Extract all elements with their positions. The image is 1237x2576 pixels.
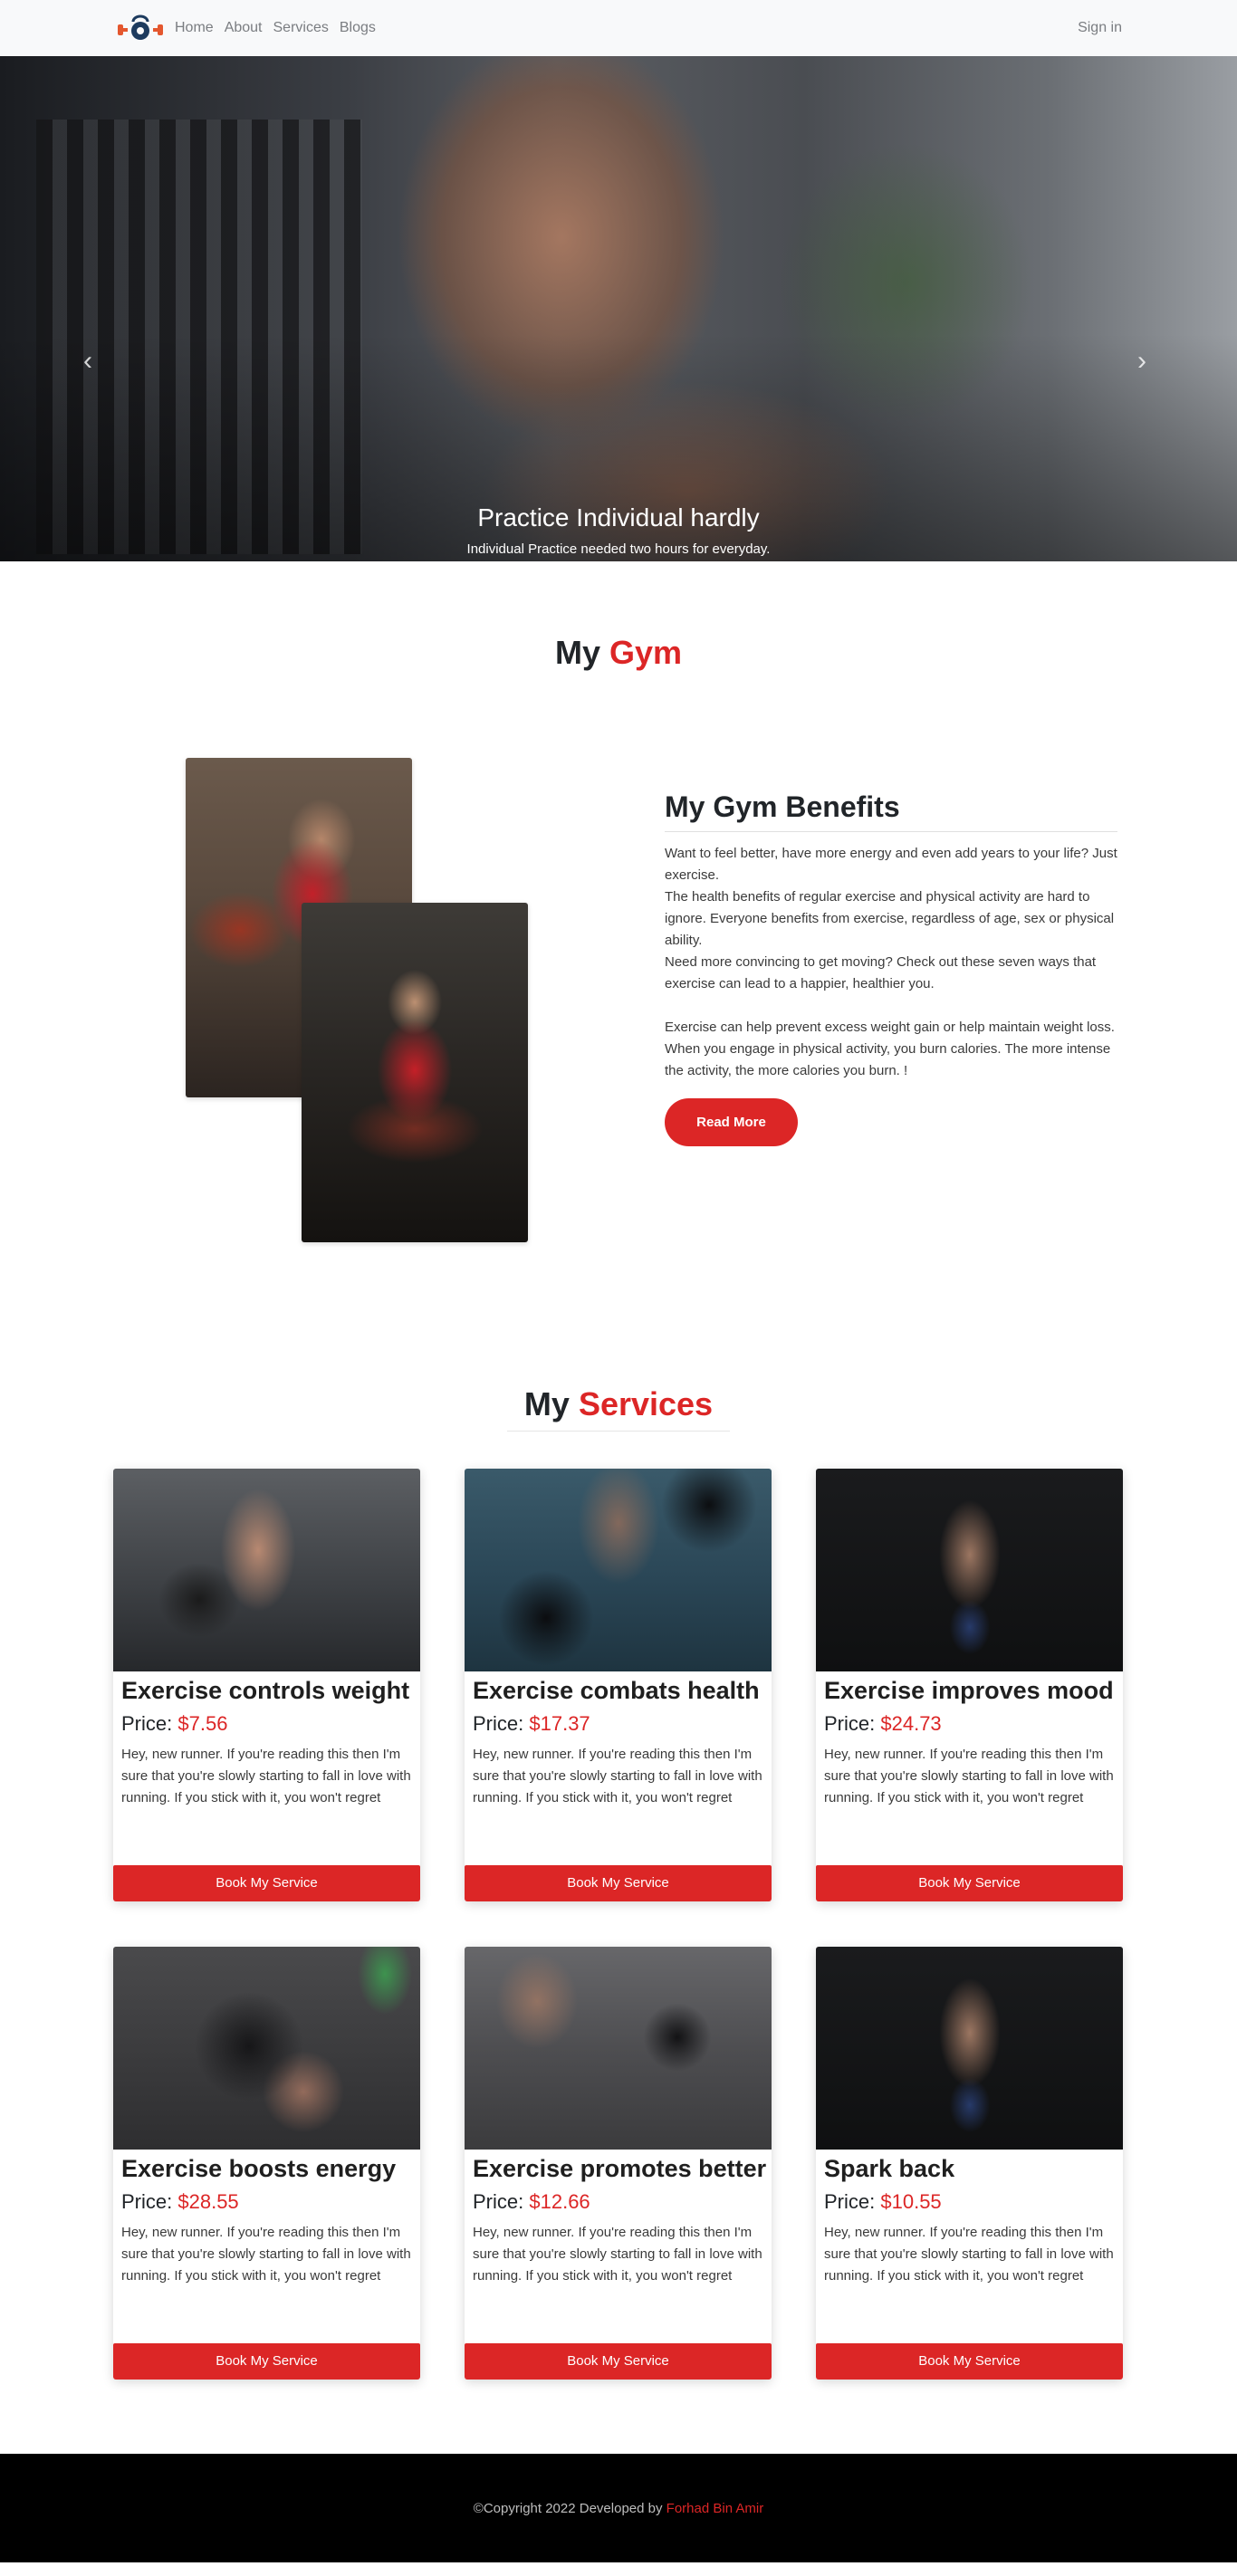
service-description: Hey, new runner. If you're reading this … <box>121 1747 411 1805</box>
service-card-body: Exercise controls weight Price: $7.56 He… <box>113 1671 420 1809</box>
book-service-button[interactable]: Book My Service <box>113 2343 420 2380</box>
service-description: Hey, new runner. If you're reading this … <box>473 2225 762 2284</box>
service-description: Hey, new runner. If you're reading this … <box>473 1747 762 1805</box>
service-card: Exercise controls weight Price: $7.56 He… <box>113 1469 420 1901</box>
benefits-paragraph: The health benefits of regular exercise … <box>665 889 1115 948</box>
footer-author-link[interactable]: Forhad Bin Amir <box>666 2501 764 2516</box>
service-card: Exercise improves mood Price: $24.73 Hey… <box>816 1469 1123 1901</box>
service-card-body: Exercise improves mood Price: $24.73 Hey… <box>816 1671 1123 1809</box>
price-label: Price: <box>121 1712 173 1735</box>
service-image <box>816 1469 1123 1671</box>
price-label: Price: <box>473 1712 524 1735</box>
service-price: Price: $24.73 <box>824 1711 1115 1737</box>
price-value: $28.55 <box>177 2190 239 2213</box>
nav-link-home[interactable]: Home <box>175 20 214 36</box>
benefits-paragraph: Want to feel better, have more energy an… <box>665 846 1117 883</box>
nav-link-about[interactable]: About <box>225 20 263 36</box>
service-price: Price: $10.55 <box>824 2189 1115 2215</box>
book-service-button[interactable]: Book My Service <box>465 2343 772 2380</box>
service-price: Price: $17.37 <box>473 1711 763 1737</box>
price-value: $10.55 <box>880 2190 942 2213</box>
service-card-body: Exercise combats health Price: $17.37 He… <box>465 1671 772 1809</box>
chevron-right-icon[interactable]: › <box>1137 348 1146 375</box>
benefits-paragraph: Need more convincing to get moving? Chec… <box>665 954 1097 991</box>
services-title-prefix: My <box>523 1385 570 1422</box>
service-image <box>113 1947 420 2150</box>
book-service-button[interactable]: Book My Service <box>465 1865 772 1901</box>
page: Home About Services Blogs Sign in ‹ › Pr… <box>0 0 1237 2576</box>
service-description: Hey, new runner. If you're reading this … <box>824 2225 1114 2284</box>
benefits-text: Want to feel better, have more energy an… <box>665 843 1117 1082</box>
service-title: Exercise boosts energy <box>121 2155 397 2182</box>
service-image <box>465 1469 772 1671</box>
services-title-divider <box>507 1431 730 1432</box>
footer: ©Copyright 2022 Developed by Forhad Bin … <box>0 2454 1237 2562</box>
price-label: Price: <box>121 2190 173 2213</box>
book-service-button[interactable]: Book My Service <box>113 1865 420 1901</box>
nav-right: Sign in <box>1078 20 1122 36</box>
kettlebell-logo-icon[interactable] <box>115 10 166 46</box>
service-title: Exercise improves mood <box>824 1677 1114 1704</box>
signin-link[interactable]: Sign in <box>1078 20 1122 35</box>
service-description: Hey, new runner. If you're reading this … <box>121 2225 411 2284</box>
chevron-left-icon[interactable]: ‹ <box>83 348 92 375</box>
hero-title: Practice Individual hardly <box>477 503 760 531</box>
service-price: Price: $28.55 <box>121 2189 412 2215</box>
service-title: Exercise promotes better <box>473 2155 767 2182</box>
price-value: $12.66 <box>529 2190 590 2213</box>
nav-link-services[interactable]: Services <box>273 20 329 36</box>
price-value: $24.73 <box>880 1712 942 1735</box>
about-section-title: My Gym <box>0 634 1237 672</box>
hero-overlay <box>0 56 1237 561</box>
book-service-button[interactable]: Book My Service <box>816 2343 1123 2380</box>
navbar: Home About Services Blogs Sign in <box>0 0 1237 56</box>
price-value: $17.37 <box>529 1712 590 1735</box>
benefits-title: My Gym Benefits <box>665 790 1117 832</box>
service-title: Exercise combats health <box>473 1677 760 1704</box>
hero-caption: Practice Individual hardly Individual Pr… <box>0 503 1237 557</box>
service-image <box>816 1947 1123 2150</box>
service-card: Exercise boosts energy Price: $28.55 Hey… <box>113 1947 420 2380</box>
services-section-title: My Services <box>0 1385 1237 1423</box>
service-card: Spark back Price: $10.55 Hey, new runner… <box>816 1947 1123 2380</box>
benefits-paragraph: Exercise can help prevent excess weight … <box>665 1020 1115 1078</box>
nav-link-blogs[interactable]: Blogs <box>340 20 376 36</box>
read-more-button[interactable]: Read More <box>665 1098 798 1146</box>
about-title-accent: Gym <box>609 634 683 671</box>
hero-subtitle: Individual Practice needed two hours for… <box>466 541 771 557</box>
service-description: Hey, new runner. If you're reading this … <box>824 1747 1114 1805</box>
gym-photo-2 <box>302 903 528 1242</box>
service-card: Exercise promotes better Price: $12.66 H… <box>465 1947 772 2380</box>
price-value: $7.56 <box>177 1712 228 1735</box>
footer-copyright: ©Copyright 2022 Developed by Forhad Bin … <box>474 2501 763 2516</box>
footer-copyright-text: ©Copyright 2022 Developed by <box>473 2500 663 2516</box>
service-price: Price: $12.66 <box>473 2189 763 2215</box>
service-card-body: Exercise boosts energy Price: $28.55 Hey… <box>113 2150 420 2287</box>
service-title: Exercise controls weight <box>121 1677 410 1704</box>
service-card-body: Spark back Price: $10.55 Hey, new runner… <box>816 2150 1123 2287</box>
book-service-button[interactable]: Book My Service <box>816 1865 1123 1901</box>
hero-carousel: ‹ › Practice Individual hardly Individua… <box>0 56 1237 561</box>
service-card: Exercise combats health Price: $17.37 He… <box>465 1469 772 1901</box>
price-label: Price: <box>473 2190 524 2213</box>
benefits-block: My Gym Benefits Want to feel better, hav… <box>665 790 1117 1146</box>
about-title-prefix: My <box>554 634 600 671</box>
service-title: Spark back <box>824 2155 955 2182</box>
service-image <box>465 1947 772 2150</box>
price-label: Price: <box>824 2190 876 2213</box>
services-title-accent: Services <box>578 1385 714 1422</box>
service-card-body: Exercise promotes better Price: $12.66 H… <box>465 2150 772 2287</box>
service-image <box>113 1469 420 1671</box>
nav-links: Home About Services Blogs <box>175 20 376 36</box>
service-price: Price: $7.56 <box>121 1711 412 1737</box>
price-label: Price: <box>824 1712 876 1735</box>
